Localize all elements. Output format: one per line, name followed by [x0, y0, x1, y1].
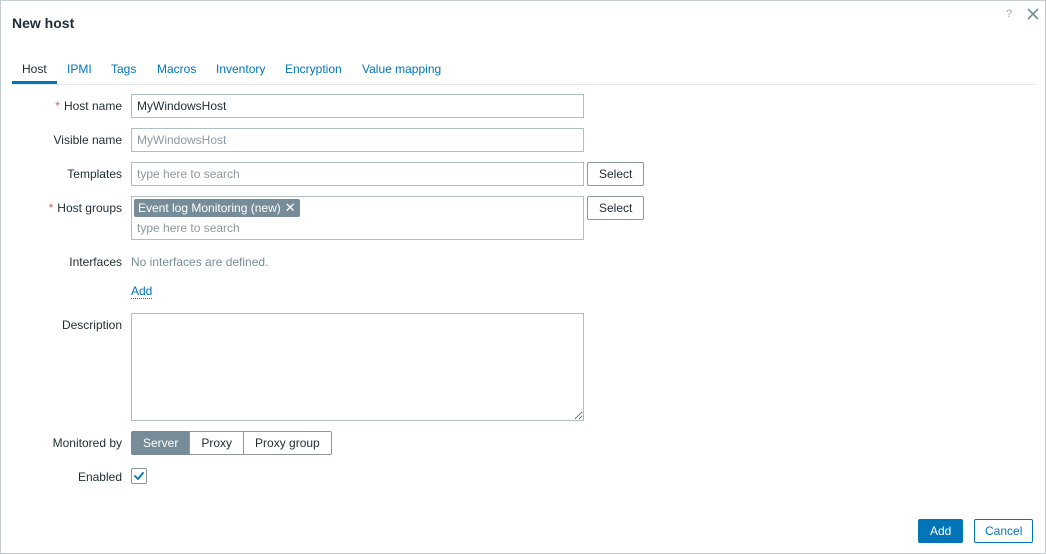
new-host-dialog: New host ? Host IPMI Tags Macros Invento…: [0, 0, 1046, 554]
tab-ipmi[interactable]: IPMI: [67, 56, 92, 84]
add-interface-link[interactable]: Add: [131, 284, 153, 299]
description-textarea[interactable]: [131, 313, 584, 421]
monitored-by-proxy-group[interactable]: Proxy group: [243, 431, 332, 455]
tab-macros[interactable]: Macros: [157, 56, 196, 84]
monitored-by-proxy[interactable]: Proxy: [189, 431, 245, 455]
host-groups-select-button[interactable]: Select: [587, 196, 645, 220]
tab-inventory[interactable]: Inventory: [216, 56, 265, 84]
chip-remove-icon[interactable]: ✕: [285, 199, 296, 217]
host-group-chip: Event log Monitoring (new) ✕: [134, 199, 300, 217]
required-mark: *: [48, 201, 54, 215]
host-name-label: * Host name: [55, 99, 122, 113]
host-name-input[interactable]: [131, 94, 584, 118]
dialog-title: New host: [12, 15, 75, 31]
close-icon[interactable]: [1026, 7, 1040, 21]
templates-label: Templates: [67, 167, 122, 181]
tab-encryption[interactable]: Encryption: [285, 56, 342, 84]
add-button[interactable]: Add: [918, 519, 964, 543]
host-groups-multiselect[interactable]: Event log Monitoring (new) ✕ type here to…: [131, 196, 584, 240]
required-mark: *: [55, 99, 60, 113]
tab-value-mapping[interactable]: Value mapping: [362, 56, 441, 84]
tab-host[interactable]: Host: [12, 56, 57, 84]
help-icon[interactable]: ?: [1006, 8, 1012, 20]
interfaces-label: Interfaces: [69, 255, 122, 269]
enabled-label: Enabled: [77, 470, 122, 484]
monitored-by-server[interactable]: Server: [131, 431, 191, 455]
templates-select-button[interactable]: Select: [587, 162, 645, 186]
monitored-by-label: Monitored by: [52, 436, 122, 450]
monitored-by-radio-group: Server Proxy Proxy group: [131, 431, 332, 455]
enabled-checkbox[interactable]: [131, 468, 147, 484]
description-label: Description: [61, 318, 122, 332]
tab-tags[interactable]: Tags: [111, 56, 136, 84]
cancel-button[interactable]: Cancel: [974, 519, 1034, 543]
templates-search-input[interactable]: [131, 162, 584, 186]
check-icon: [134, 472, 144, 480]
visible-name-label: Visible name: [53, 133, 122, 147]
host-groups-search-input[interactable]: type here to search: [137, 221, 240, 235]
visible-name-input[interactable]: [131, 128, 584, 152]
host-groups-label: * Host groups: [48, 201, 122, 215]
tab-bar: Host IPMI Tags Macros Inventory Encrypti…: [12, 56, 1036, 85]
no-interfaces-text: No interfaces are defined.: [131, 255, 269, 269]
